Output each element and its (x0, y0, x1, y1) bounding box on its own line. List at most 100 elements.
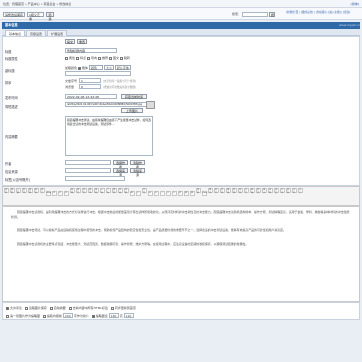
auto-summary-checkbox[interactable] (49, 306, 53, 310)
now-button[interactable]: 获取当前时间 (121, 94, 147, 99)
thumb-size-checkbox[interactable] (91, 314, 95, 318)
editor-tool-icon[interactable]: 锚点 (261, 187, 267, 194)
tags-label: 标签[以逗号隔开] (5, 178, 30, 182)
font-select[interactable]: 默认字体 (114, 65, 131, 70)
editor-tool-icon[interactable]: 关于 (297, 187, 303, 194)
editor-tool-icon[interactable]: Flash (201, 191, 207, 196)
title-input[interactable]: 暂缺标题内容 (65, 48, 117, 53)
editor-tool-icon[interactable]: 中 (57, 191, 63, 196)
editor-tool-icon[interactable]: 左 (51, 191, 57, 196)
editor-tool-icon[interactable]: 项目 (81, 187, 87, 194)
editor-tool-icon[interactable]: 地图 (267, 187, 273, 194)
editor-tool-icon[interactable]: S (171, 191, 177, 196)
editor-tool-icon[interactable]: 上标 (99, 187, 105, 194)
attr-checkbox[interactable] (97, 56, 101, 60)
source-input[interactable] (65, 168, 111, 173)
summary-textarea[interactable]: 圆弧摆锤冲击测试，由铁球摆锤自由落下产生能量冲击试样，如何选用最合适的冲击测试设… (65, 116, 153, 156)
editor-tool-icon[interactable]: 分页 (243, 187, 249, 194)
sync-home-checkbox[interactable] (110, 306, 114, 310)
bold-checkbox[interactable] (77, 66, 81, 70)
attr-checkbox[interactable] (119, 56, 123, 60)
author-input[interactable] (65, 160, 111, 165)
thumb-width-input[interactable]: 160 (108, 313, 119, 318)
editor-tool-icon[interactable]: Word (45, 191, 51, 196)
editor-tool-icon[interactable]: 减缩 (93, 187, 99, 194)
editor-tool-icon[interactable]: 图 (183, 191, 189, 196)
subtitle-input[interactable] (65, 71, 131, 76)
views-input[interactable]: 0 (79, 84, 101, 89)
editor-tool-icon[interactable]: 横线 (225, 187, 231, 194)
status-select[interactable]: 请修改后保存 (3, 11, 25, 17)
editor-tool-icon[interactable]: 打印 (279, 187, 285, 194)
upload-button[interactable]: 上传图片 (121, 108, 143, 113)
editor-paragraph: 圆弧摆锤冲击测试，可以模拟产品在运输和使用过程中受到的冲击，帮助检测产品结构的稳… (17, 228, 286, 233)
tags-input[interactable] (65, 176, 125, 181)
editor-tool-icon[interactable]: F (135, 191, 141, 196)
search-input[interactable] (242, 11, 268, 17)
editor-tool-icon[interactable]: B (153, 191, 159, 196)
editor-tool-icon[interactable]: I (159, 191, 165, 196)
clear-author-button[interactable]: 清除作者 (130, 160, 145, 169)
intro-length-input[interactable]: 200 (62, 313, 73, 318)
choose-source-button[interactable]: 选择来源 (113, 168, 128, 177)
editor-tool-icon[interactable]: 字号 (141, 187, 147, 194)
editor-tool-icon[interactable]: 剪切 (21, 187, 27, 194)
attr-checkbox[interactable] (75, 56, 79, 60)
editor-tool-icon[interactable]: A (147, 191, 153, 196)
quick-links[interactable]: [新增]栏目 | [我的后台] | [到标题] | [进入主题] | [更多] (286, 10, 350, 14)
editor-tool-icon[interactable]: 视频 (195, 187, 201, 194)
editor-tool-icon[interactable]: U (165, 191, 171, 196)
editor-tool-icon[interactable]: 代码 (291, 187, 297, 194)
editor-tool-icon[interactable]: 表情 (231, 187, 237, 194)
editor-tool-icon[interactable]: 特殊 (237, 187, 243, 194)
editor-tool-icon[interactable]: 编号 (75, 187, 81, 194)
editor-tool-icon[interactable]: 复制 (27, 187, 33, 194)
strip-html-checkbox[interactable] (68, 306, 72, 310)
sort-input[interactable]: 1 (79, 78, 101, 83)
reset-button[interactable]: 重置 (77, 39, 87, 44)
thumb-height-input[interactable]: 120 (123, 313, 134, 318)
category-select[interactable]: 1级父元素 (27, 11, 44, 21)
color-select[interactable]: 颜色 (88, 65, 103, 70)
breadcrumb: 位置：管理首页 » 产品中心 » 项目后台 » 修改信息 (3, 1, 72, 6)
first-image-thumb-checkbox[interactable] (6, 314, 9, 318)
editor-tool-icon[interactable]: 附件 (213, 187, 219, 194)
search-button[interactable]: 搜 (269, 11, 275, 17)
editor-tool-icon[interactable]: 清除 (111, 187, 117, 194)
editor-tool-icon[interactable]: H1 (129, 191, 135, 196)
editor-tool-icon[interactable]: 粘贴 (33, 187, 39, 194)
editor-tool-icon[interactable]: 表 (177, 191, 183, 196)
editor-tool-icon[interactable]: 缩进 (87, 187, 93, 194)
extract-intro-checkbox[interactable] (42, 314, 46, 318)
attr-checkbox[interactable] (86, 56, 90, 60)
editor-tool-icon[interactable]: 预览 (273, 187, 279, 194)
date-input[interactable]: 2022-02-06 12:44:48 (65, 94, 117, 99)
remote-image-checkbox[interactable] (24, 306, 28, 310)
clear-source-button[interactable]: 清除来源 (130, 168, 145, 177)
editor-tool-icon[interactable]: 纯文 (39, 187, 45, 194)
editor-tool-icon[interactable]: 模板 (285, 187, 291, 194)
content-editor[interactable]: 圆弧摆锤冲击试验机，是利用摆锤冲击的方式对试样进行冲击，根据冲击前后的能量差值计… (2, 206, 360, 302)
editor-tool-icon[interactable]: 源码 (3, 187, 9, 194)
editor-tool-icon[interactable]: 图 (189, 191, 195, 196)
image-path-input[interactable]: /a0/0/p/2022-02-06/7ed67c4bbed5b4c6d9f98… (65, 102, 153, 107)
submit-button[interactable]: 提交 (65, 39, 75, 44)
choose-author-button[interactable]: 选择作者 (113, 160, 128, 169)
attr-checkbox[interactable] (65, 56, 68, 60)
lang-link[interactable]: [简体] (351, 2, 359, 6)
editor-tool-icon[interactable]: 表格 (219, 187, 225, 194)
editor-tool-icon[interactable]: 下标 (105, 187, 111, 194)
editor-tool-icon[interactable]: 两端 (69, 187, 75, 194)
editor-tool-icon[interactable]: 取消 (255, 187, 261, 194)
editor-tool-icon[interactable]: 全屏 (123, 187, 129, 194)
attr-checkbox[interactable] (108, 56, 112, 60)
editor-tool-icon[interactable]: 重做 (15, 187, 21, 194)
size-select[interactable]: 大小 (103, 65, 114, 70)
editor-tool-icon[interactable]: 链接 (249, 187, 255, 194)
editor-tool-icon[interactable]: 撤销 (9, 187, 15, 194)
allow-comment-checkbox[interactable] (6, 306, 9, 310)
editor-tool-icon[interactable]: 媒体 (207, 187, 213, 194)
filter-button[interactable]: 筛选 (46, 11, 54, 21)
editor-tool-icon[interactable]: 全选 (117, 187, 123, 194)
editor-tool-icon[interactable]: 右 (63, 191, 69, 196)
